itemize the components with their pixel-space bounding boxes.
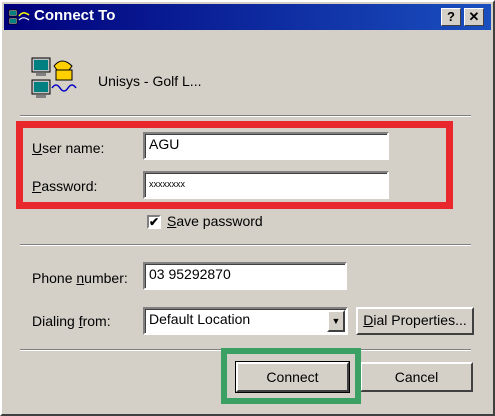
- dialing-from-label: Dialing from:: [32, 313, 111, 329]
- phone-label-prefix: Phone: [32, 270, 77, 286]
- help-button[interactable]: ?: [441, 8, 461, 26]
- dialup-networking-icon: [8, 9, 30, 25]
- save-password-text: ave password: [176, 213, 263, 229]
- dialing-label-prefix: Dialing: [32, 313, 79, 329]
- save-password-label[interactable]: Save password: [167, 213, 263, 229]
- divider: [20, 115, 471, 117]
- phone-label-text: umber:: [84, 270, 128, 286]
- window-title: Connect To: [34, 7, 116, 24]
- dialing-label-text: rom:: [82, 313, 111, 329]
- save-password-checkbox[interactable]: ✔: [147, 215, 161, 229]
- connection-name: Unisys - Golf L...: [98, 73, 202, 89]
- divider: [20, 244, 471, 246]
- dial-properties-button[interactable]: Dial Properties...: [356, 307, 474, 335]
- close-button[interactable]: ✕: [464, 8, 484, 26]
- connect-to-dialog: Connect To ? ✕ Unisys - Golf L... User n…: [0, 0, 495, 416]
- phone-label-accel: n: [76, 270, 85, 286]
- dial-properties-accel: D: [363, 312, 374, 328]
- cancel-button[interactable]: Cancel: [360, 362, 473, 392]
- save-password-accel: S: [167, 213, 177, 229]
- chevron-down-icon[interactable]: ▼: [327, 310, 345, 332]
- computer-phone-icon: [31, 57, 77, 98]
- credentials-highlight: [16, 121, 453, 209]
- title-bar[interactable]: Connect To ? ✕: [4, 4, 491, 30]
- phone-number-input[interactable]: 03 95292870: [143, 262, 347, 290]
- dialing-from-select[interactable]: Default Location: [143, 307, 348, 335]
- connect-highlight: [221, 348, 361, 404]
- phone-number-label: Phone number:: [32, 270, 128, 286]
- dial-properties-text: ial Properties...: [373, 312, 467, 328]
